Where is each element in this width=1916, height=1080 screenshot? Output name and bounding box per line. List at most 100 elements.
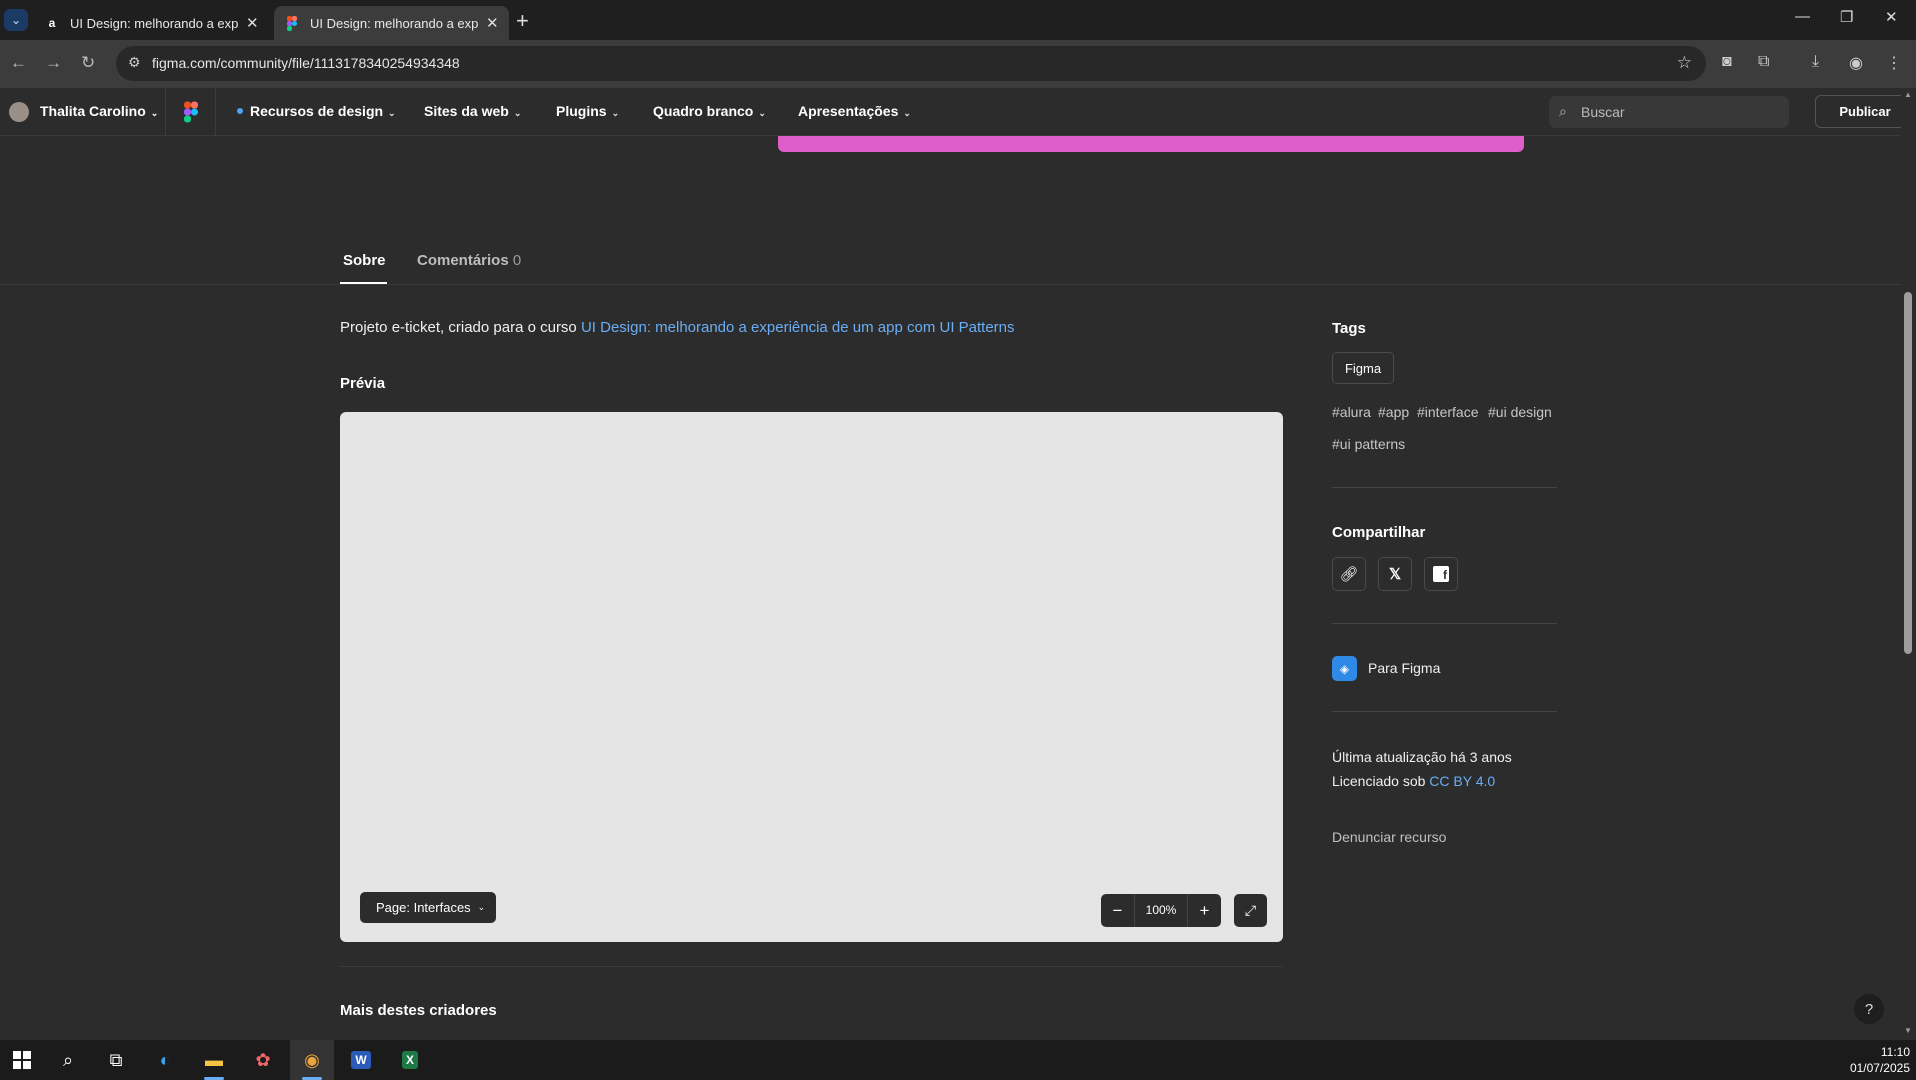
new-tab-icon[interactable]: +	[516, 8, 529, 34]
tag-link[interactable]: #alura	[1332, 404, 1371, 420]
share-x-button[interactable]: 𝕏	[1378, 557, 1412, 591]
address-bar[interactable]: ⚙ figma.com/community/file/1113178340254…	[116, 46, 1706, 81]
tab-comentarios[interactable]: Comentários 0	[417, 252, 521, 269]
nav-label: Sites da web	[424, 103, 509, 119]
edge-icon[interactable]: ◐	[143, 1040, 187, 1080]
page-select-label: Page: Interfaces	[376, 900, 471, 915]
divider	[1332, 487, 1557, 488]
tag-link[interactable]: #interface	[1417, 404, 1478, 420]
nav-quadro-branco[interactable]: Quadro branco ⌄	[653, 103, 766, 119]
figma-header: Thalita Carolino ⌄ Recursos de design ⌄ Si…	[0, 88, 1916, 136]
browser-menu-icon[interactable]: ⋮	[1886, 53, 1902, 73]
close-tab-icon[interactable]: ✕	[246, 14, 259, 32]
chevron-down-icon: ⌄	[903, 108, 911, 118]
file-preview-canvas[interactable]: Page: Interfaces ⌄ − 100% + ⤢	[340, 412, 1283, 942]
tab-search-button[interactable]: ⌄	[4, 9, 28, 31]
extensions-icon[interactable]: ⧉	[1758, 53, 1769, 71]
share-facebook-button[interactable]: f	[1424, 557, 1458, 591]
divider	[1332, 623, 1557, 624]
screenshot-icon[interactable]: ◙	[1722, 53, 1732, 71]
search-placeholder: Buscar	[1581, 104, 1625, 120]
chrome-icon[interactable]: ◉	[290, 1040, 334, 1080]
last-update-text: Última atualização há 3 anos	[1332, 749, 1512, 765]
app-icon[interactable]: ✿	[241, 1040, 285, 1080]
publish-button[interactable]: Publicar	[1815, 95, 1915, 128]
figma-logo-icon[interactable]	[184, 101, 198, 123]
zoom-in-button[interactable]: +	[1188, 901, 1221, 921]
forward-icon[interactable]: →	[45, 53, 62, 73]
scrollbar-thumb[interactable]	[1904, 292, 1912, 654]
minimize-icon[interactable]: —	[1795, 8, 1810, 25]
divider	[1332, 711, 1557, 712]
report-resource-link[interactable]: Denunciar recurso	[1332, 829, 1446, 845]
tag-link[interactable]: #ui patterns	[1332, 436, 1405, 452]
license-prefix: Licenciado sob	[1332, 773, 1426, 789]
chevron-down-icon: ⌄	[758, 108, 766, 118]
share-heading: Compartilhar	[1332, 524, 1426, 541]
nav-plugins[interactable]: Plugins ⌄	[556, 103, 619, 119]
nav-recursos-de-design[interactable]: Recursos de design ⌄	[237, 103, 396, 119]
user-menu[interactable]: Thalita Carolino ⌄	[40, 103, 158, 119]
close-window-icon[interactable]: ✕	[1885, 8, 1898, 26]
bookmark-star-icon[interactable]: ☆	[1677, 53, 1692, 73]
tag-link[interactable]: #ui design	[1488, 404, 1552, 420]
tab-sobre[interactable]: Sobre	[343, 252, 386, 269]
site-info-icon[interactable]: ⚙	[128, 54, 141, 71]
zoom-out-button[interactable]: −	[1101, 901, 1134, 921]
search-icon[interactable]: ⌕	[46, 1040, 90, 1080]
reload-icon[interactable]: ↻	[81, 53, 95, 73]
back-icon[interactable]: ←	[10, 53, 27, 73]
tag-chip-figma[interactable]: Figma	[1332, 352, 1394, 384]
download-icon[interactable]: ⤓	[1812, 53, 1819, 71]
system-clock[interactable]: 11:10 01/07/2025	[1850, 1044, 1910, 1076]
start-icon[interactable]	[0, 1040, 44, 1080]
chevron-down-icon: ⌄	[150, 108, 159, 118]
course-link[interactable]: UI Design: melhorando a experiência de u…	[581, 319, 1015, 336]
nav-label: Apresentações	[798, 103, 899, 119]
divider	[165, 88, 166, 136]
nav-label: Quadro branco	[653, 103, 754, 119]
word-icon[interactable]: W	[339, 1040, 383, 1080]
tab-title: UI Design: melhorando a experiência	[70, 15, 238, 31]
clock-time: 11:10	[1880, 1045, 1910, 1059]
clock-date: 01/07/2025	[1849, 1061, 1910, 1075]
nav-apresentacoes[interactable]: Apresentações ⌄	[798, 103, 911, 119]
license-link[interactable]: CC BY 4.0	[1429, 773, 1495, 789]
scroll-up-icon[interactable]: ▲	[1904, 90, 1912, 99]
page-select[interactable]: Page: Interfaces ⌄	[360, 892, 496, 923]
tag-link[interactable]: #app	[1378, 404, 1409, 420]
avatar[interactable]	[9, 102, 29, 122]
help-button[interactable]: ?	[1854, 994, 1884, 1024]
browser-tab-1[interactable]: a UI Design: melhorando a experiência ✕	[34, 6, 269, 40]
chevron-down-icon: ⌄	[477, 902, 486, 912]
excel-icon[interactable]: X	[388, 1040, 432, 1080]
for-figma-label: Para Figma	[1368, 660, 1441, 676]
tab-label: Comentários	[417, 252, 509, 269]
restore-icon[interactable]: ❐	[1840, 8, 1853, 26]
nav-sites-da-web[interactable]: Sites da web ⌄	[424, 103, 521, 119]
file-explorer-icon[interactable]: ▬	[192, 1040, 236, 1080]
zoom-controls: − 100% +	[1101, 894, 1221, 927]
description: Projeto e-ticket, criado para o curso UI…	[340, 319, 1015, 336]
close-tab-icon[interactable]: ✕	[486, 14, 499, 32]
task-view-icon[interactable]: ⧉	[94, 1040, 138, 1080]
scroll-down-icon[interactable]: ▼	[1904, 1026, 1912, 1035]
facebook-icon: f	[1433, 566, 1449, 582]
preview-heading: Prévia	[340, 375, 386, 392]
windows-taskbar: ⌕ ⧉ ◐ ▬ ✿ ◉ W X 11:10 01/07/2025	[0, 1040, 1916, 1080]
tags-heading: Tags	[1332, 320, 1366, 337]
nav-label: Recursos de design	[250, 103, 384, 119]
alura-favicon-icon: a	[48, 16, 56, 30]
chevron-down-icon: ⌄	[513, 108, 522, 118]
profile-icon[interactable]: ◉	[1849, 53, 1863, 73]
chevron-down-icon: ⌄	[611, 108, 620, 118]
fullscreen-button[interactable]: ⤢	[1234, 894, 1267, 927]
figma-file-icon: ◈	[1332, 656, 1357, 681]
more-from-creators-heading: Mais destes criadores	[340, 1002, 497, 1019]
url-text[interactable]: figma.com/community/file/111317834025493…	[152, 55, 460, 71]
copy-link-button[interactable]: 🔗︎	[1332, 557, 1366, 591]
tab-title: UI Design: melhorando a experiência	[310, 15, 478, 31]
browser-tab-2[interactable]: UI Design: melhorando a experiência ✕	[274, 6, 509, 40]
hero-banner	[778, 136, 1524, 152]
search-input[interactable]: ⌕ Buscar	[1549, 96, 1789, 128]
